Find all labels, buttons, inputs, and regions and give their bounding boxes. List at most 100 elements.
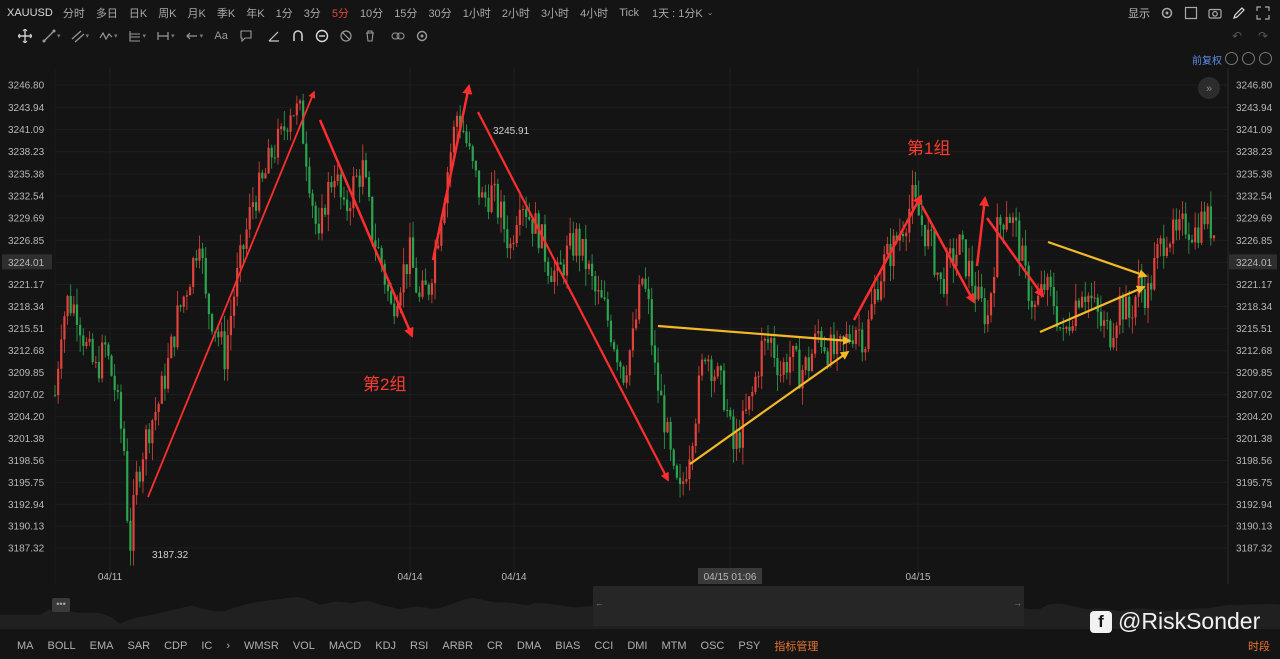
indicator-cdp[interactable]: CDP: [164, 640, 187, 652]
period-extra-dropdown[interactable]: 1天 : 1分K: [652, 5, 703, 21]
indicator-macd[interactable]: MACD: [329, 640, 361, 652]
reset-icon[interactable]: [1225, 52, 1238, 65]
double-chevron-right-icon[interactable]: »: [1206, 83, 1212, 95]
navigator-collapse-button[interactable]: •••: [52, 598, 70, 612]
candle-body: [996, 217, 999, 277]
period-tab[interactable]: 1小时: [463, 5, 491, 21]
display-dropdown[interactable]: 显示: [1128, 5, 1150, 21]
chart-panel[interactable]: 3246.80 3246.80 3243.94 3243.94 3241.09 3241.…: [0, 48, 1280, 584]
camera-icon[interactable]: [1208, 6, 1222, 20]
undo-icon[interactable]: ↶: [1232, 29, 1242, 43]
candle-body: [349, 208, 352, 212]
crosshair-icon[interactable]: [18, 29, 32, 43]
indicator-ma[interactable]: MA: [17, 640, 34, 652]
gear-icon[interactable]: [415, 29, 429, 43]
candlestick-chart[interactable]: 3246.80 3246.80 3243.94 3243.94 3241.09 3241.…: [0, 48, 1280, 584]
period-tab[interactable]: 1分: [276, 5, 293, 21]
fib-tool-icon[interactable]: [128, 29, 142, 43]
indicator-vol[interactable]: VOL: [293, 640, 315, 652]
text-tool-icon[interactable]: Aa: [213, 29, 229, 43]
candle-body: [1018, 220, 1021, 261]
period-tab[interactable]: 季K: [217, 5, 235, 21]
zoom-in-icon[interactable]: [1259, 52, 1272, 65]
magnet-icon[interactable]: [291, 29, 305, 43]
fullscreen-icon[interactable]: [1256, 5, 1270, 20]
period-tab[interactable]: 10分: [360, 5, 383, 21]
period-tab[interactable]: 5分: [332, 5, 349, 21]
time-segment-button[interactable]: 时段: [1248, 638, 1270, 654]
chevron-right-icon[interactable]: ›: [226, 640, 230, 652]
indicator-boll[interactable]: BOLL: [48, 640, 76, 652]
period-tab[interactable]: 多日: [96, 5, 118, 21]
candle-body: [628, 350, 631, 376]
symbol-label[interactable]: XAUUSD: [7, 7, 53, 19]
redo-icon[interactable]: ↷: [1258, 29, 1268, 43]
candle-body: [983, 298, 986, 325]
wave-tool-icon[interactable]: [99, 29, 113, 43]
left-handle-icon[interactable]: ←: [595, 598, 604, 608]
period-tab[interactable]: 2小时: [502, 5, 530, 21]
period-tab[interactable]: 30分: [428, 5, 451, 21]
chevron-down-icon[interactable]: ▾: [57, 32, 61, 40]
indicator-kdj[interactable]: KDJ: [375, 640, 396, 652]
chevron-down-icon[interactable]: ▾: [200, 32, 204, 40]
candle-body: [1030, 300, 1033, 308]
brush-tool-icon[interactable]: [267, 29, 281, 43]
indicator-arbr[interactable]: ARBR: [442, 640, 473, 652]
trash-icon[interactable]: [363, 29, 377, 43]
indicator-cr[interactable]: CR: [487, 640, 503, 652]
period-tab[interactable]: 周K: [158, 5, 176, 21]
chevron-down-icon[interactable]: ▾: [86, 32, 90, 40]
period-tab[interactable]: 日K: [129, 5, 147, 21]
indicator-manager-button[interactable]: 指标管理: [774, 638, 818, 654]
hide-drawing-icon[interactable]: [339, 29, 353, 43]
indicator-rsi[interactable]: RSI: [410, 640, 428, 652]
candle-body: [408, 237, 412, 275]
pencil-icon[interactable]: [1232, 6, 1246, 20]
fq-label[interactable]: 前复权: [1192, 52, 1222, 67]
navigator-window[interactable]: ← →: [593, 586, 1024, 626]
candle-body: [939, 272, 942, 279]
period-tab[interactable]: Tick: [619, 7, 639, 19]
chevron-down-icon[interactable]: ▾: [171, 32, 175, 40]
period-tab[interactable]: 分时: [63, 5, 85, 21]
candle-body: [258, 172, 261, 211]
measure-tool-icon[interactable]: [156, 29, 170, 43]
period-tab[interactable]: 3分: [304, 5, 321, 21]
indicator-dmi[interactable]: DMI: [627, 640, 647, 652]
indicator-bias[interactable]: BIAS: [555, 640, 580, 652]
period-tab[interactable]: 年K: [246, 5, 264, 21]
indicator-osc[interactable]: OSC: [701, 640, 725, 652]
trend-line-icon[interactable]: [42, 29, 56, 43]
period-tab[interactable]: 4小时: [580, 5, 608, 21]
channel-tool-icon[interactable]: [71, 29, 85, 43]
period-tab[interactable]: 月K: [188, 5, 206, 21]
indicator-wmsr[interactable]: WMSR: [244, 640, 279, 652]
trend-arrow-red: [431, 84, 473, 261]
right-handle-icon[interactable]: →: [1013, 598, 1022, 608]
period-tab[interactable]: 15分: [394, 5, 417, 21]
indicator-dma[interactable]: DMA: [517, 640, 541, 652]
candle-body: [477, 170, 481, 198]
comment-tool-icon[interactable]: [239, 29, 253, 43]
zoom-out-icon[interactable]: [1242, 52, 1255, 65]
chevron-down-icon[interactable]: ▾: [114, 32, 118, 40]
indicator-ema[interactable]: EMA: [90, 640, 114, 652]
arrow-tool-icon[interactable]: [185, 29, 199, 43]
candle-body: [565, 245, 569, 276]
chevron-down-icon[interactable]: ⌄: [707, 8, 714, 17]
candle-body: [239, 245, 242, 268]
indicator-mtm[interactable]: MTM: [661, 640, 686, 652]
chevron-down-icon[interactable]: ▾: [143, 32, 147, 40]
indicator-psy[interactable]: PSY: [738, 640, 760, 652]
lock-drawing-icon[interactable]: [315, 29, 329, 43]
candle-body: [276, 128, 280, 158]
indicator-ic[interactable]: IC: [201, 640, 212, 652]
link-icon[interactable]: [391, 29, 405, 43]
indicator-sar[interactable]: SAR: [127, 640, 150, 652]
layout-icon[interactable]: [1184, 6, 1198, 20]
period-tab[interactable]: 3小时: [541, 5, 569, 21]
price-tick-right: 3241.09: [1236, 125, 1273, 136]
indicator-cci[interactable]: CCI: [594, 640, 613, 652]
settings-icon[interactable]: [1160, 6, 1174, 20]
